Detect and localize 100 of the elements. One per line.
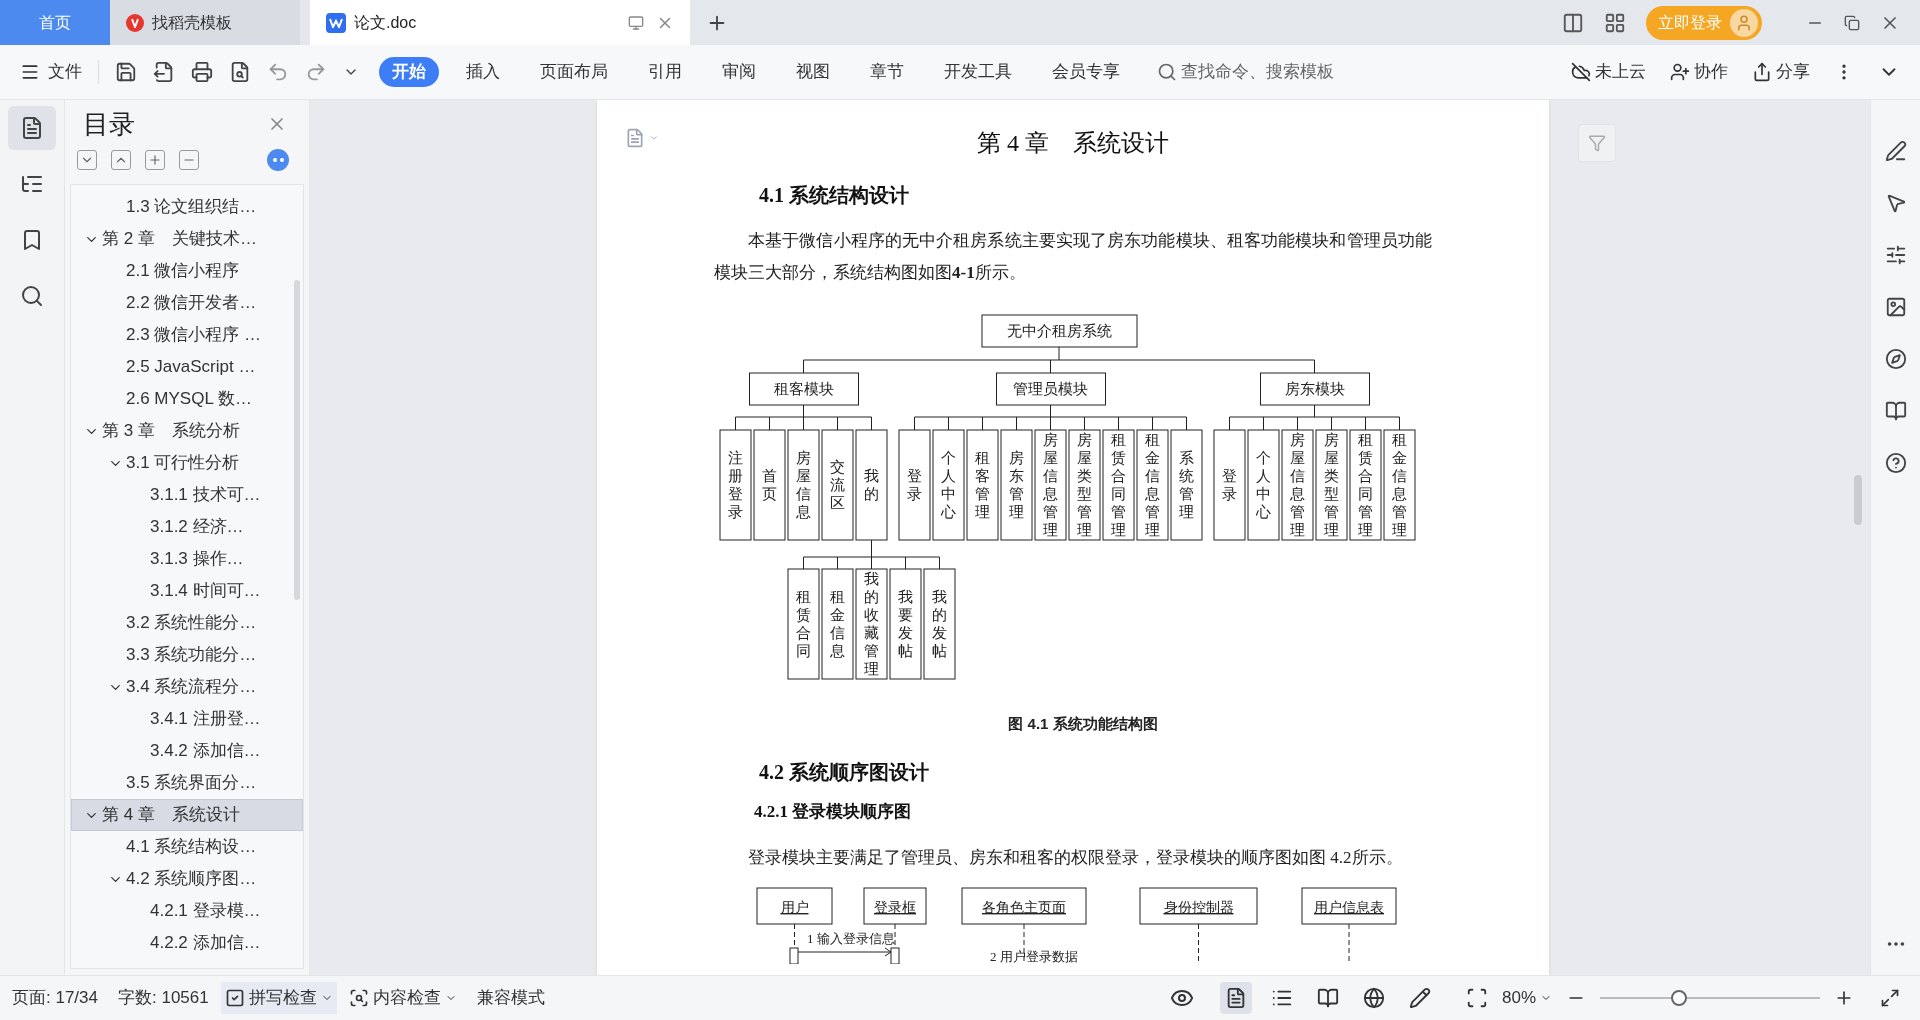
page-count: 页面: 17/34 (12, 987, 98, 1010)
undo-icon[interactable] (267, 61, 289, 83)
toc-item[interactable]: 4.1 系统结构设… (71, 831, 303, 863)
image-icon[interactable] (1884, 296, 1907, 318)
toc-item[interactable]: 3.1.1 技术可… (71, 479, 303, 511)
ribbon-tab[interactable]: 章节 (857, 57, 917, 87)
body-paragraph: 本基于微信小程序的无中介租房系统主要实现了房东功能模块、租客功能模块和管理员功能模块三大部分，系统结构图如图4-1所示。 (714, 230, 1432, 284)
help-icon[interactable] (1884, 452, 1907, 474)
body-paragraph: 登录模块主要满足了管理员、房东和租客的权限登录，登录模块的顺序图如图 4.2所示。 (747, 846, 1404, 869)
toc-item[interactable]: 1.3 论文组织结… (71, 191, 303, 223)
diagram-node: 我的 (855, 429, 888, 541)
redo-icon[interactable] (305, 61, 327, 83)
scrollbar-thumb[interactable] (294, 280, 300, 600)
save-icon[interactable] (115, 61, 137, 83)
expand-up-icon[interactable] (111, 150, 131, 170)
word-count[interactable]: 字数: 10561 (118, 985, 209, 1011)
collapse-all-icon[interactable] (77, 150, 97, 170)
section-heading: 4.1 系统结构设计 (758, 183, 910, 208)
page-view-icon[interactable] (1219, 982, 1252, 1014)
toc-item[interactable]: 3.1.4 时间可… (71, 575, 303, 607)
ribbon-tab[interactable]: 引用 (635, 57, 695, 87)
zoom-slider[interactable] (1600, 990, 1820, 1006)
toc-label: 3.2 系统性能分… (126, 612, 257, 635)
diagram-node: 我的收藏管理 (855, 568, 888, 680)
message-label: 2 用户登录数据 (990, 948, 1078, 964)
diagram-node: 个人中心 (1247, 429, 1280, 541)
toc-item[interactable]: 第 2 章 关键技术… (71, 223, 303, 255)
ribbon-tab[interactable]: 视图 (783, 57, 843, 87)
toc-item[interactable]: 4.2.2 添加信… (71, 927, 303, 959)
toc-item[interactable]: 2.3 微信小程序 … (71, 319, 303, 351)
ribbon-tab[interactable]: 页面布局 (527, 57, 621, 87)
toc-item[interactable]: 2.2 微信开发者… (71, 287, 303, 319)
share-icon (1752, 62, 1772, 82)
print-preview-icon[interactable] (229, 61, 251, 83)
compass-icon[interactable] (1884, 348, 1907, 370)
ribbon-tab[interactable]: 插入 (453, 57, 513, 87)
ribbon-tab[interactable]: 开始 (379, 57, 439, 87)
add-heading-icon[interactable] (145, 150, 165, 170)
cloud-status-button[interactable]: 未上云 (1571, 59, 1646, 85)
slider-thumb[interactable] (1671, 990, 1688, 1006)
lifeline (1023, 923, 1025, 964)
zoom-dropdown[interactable]: 80% (1501, 985, 1552, 1011)
content-check-button[interactable]: 内容检查 (348, 985, 457, 1011)
file-menu-button[interactable]: 文件 (20, 59, 82, 85)
book-icon[interactable] (1884, 400, 1907, 422)
lifeline-box: 身份控制器 (1139, 887, 1258, 924)
toc-item[interactable]: 3.4.1 注册登… (71, 703, 303, 735)
diagram-node: 租赁合同管理 (1349, 429, 1382, 541)
diagram-node: 租金信息 (821, 568, 854, 680)
toc-item[interactable]: 3.1.3 操作… (71, 543, 303, 575)
smart-toc-icon[interactable] (267, 149, 289, 171)
toc-item[interactable]: 3.5 系统界面分… (71, 767, 303, 799)
command-search-field[interactable]: 查找命令、搜索模板 (1157, 59, 1357, 85)
diagram-node: 登录 (1213, 429, 1246, 541)
toc-item[interactable]: 3.4 系统流程分… (71, 671, 303, 703)
fullscreen-icon[interactable] (1880, 988, 1900, 1008)
diagram-node: 租金信息管理 (1136, 429, 1169, 541)
toc-item[interactable]: 3.1.2 经济… (71, 511, 303, 543)
lifeline-box: 用户信息表 (1301, 887, 1397, 924)
toc-label: 2.1 微信小程序 (126, 260, 240, 283)
layout-icon[interactable] (1562, 11, 1584, 34)
diagram-node: 管理员模块 (996, 372, 1106, 406)
export-icon[interactable] (153, 61, 175, 83)
toc-item[interactable]: 4.2.1 登录模… (71, 895, 303, 927)
print-icon[interactable] (191, 61, 213, 83)
lifeline (1198, 923, 1199, 964)
spell-check-button[interactable]: 拼写检查 (220, 982, 337, 1014)
diagram-node: 房屋信息管理 (1034, 429, 1067, 541)
ribbon-tab[interactable]: 会员专享 (1039, 57, 1133, 87)
toc-item[interactable]: 3.1 可行性分析 (71, 447, 303, 479)
scrollbar-thumb[interactable] (1854, 475, 1862, 525)
restore-icon[interactable] (1844, 14, 1860, 31)
diagram-node: 无中介租房系统 (981, 314, 1138, 348)
toc-item[interactable]: 3.3 系统功能分… (71, 639, 303, 671)
document-tab[interactable]: 找稻壳模板 (110, 0, 300, 45)
monitor-icon[interactable] (628, 14, 644, 31)
toc-item[interactable]: 2.6 MYSQL 数… (71, 383, 303, 415)
share-button[interactable]: 分享 (1752, 59, 1810, 85)
diagram-node: 房屋类型管理 (1315, 429, 1348, 541)
ribbon-tab[interactable]: 开发工具 (931, 57, 1025, 87)
toc-item[interactable]: 第 4 章 系统设计 (71, 799, 303, 831)
tab-label: 找稻壳模板 (152, 12, 232, 33)
apps-grid-icon[interactable] (1604, 11, 1626, 34)
fit-page-icon[interactable] (1465, 987, 1488, 1009)
toc-item[interactable]: 2.5 JavaScript … (71, 351, 303, 383)
toc-label: 3.4.2 添加信… (150, 740, 261, 763)
sliders-icon[interactable] (1884, 244, 1907, 266)
toc-item[interactable]: 4.2 系统顺序图… (71, 863, 303, 895)
pen-icon[interactable] (1884, 140, 1907, 162)
toc-item[interactable]: 2.1 微信小程序 (71, 255, 303, 287)
toc-item[interactable]: 3.4.2 添加信… (71, 735, 303, 767)
toc-label: 2.2 微信开发者… (126, 292, 257, 315)
document-tab[interactable]: 论文.doc (310, 0, 690, 45)
toc-item[interactable]: 3.2 系统性能分… (71, 607, 303, 639)
sidebar-title: 目录 (83, 107, 135, 141)
collaborate-button[interactable]: 协作 (1670, 59, 1728, 85)
toc-item[interactable]: 第 3 章 系统分析 (71, 415, 303, 447)
ribbon-tab[interactable]: 审阅 (709, 57, 769, 87)
toc-rail-icon[interactable] (8, 106, 56, 150)
remove-heading-icon[interactable] (179, 150, 199, 170)
